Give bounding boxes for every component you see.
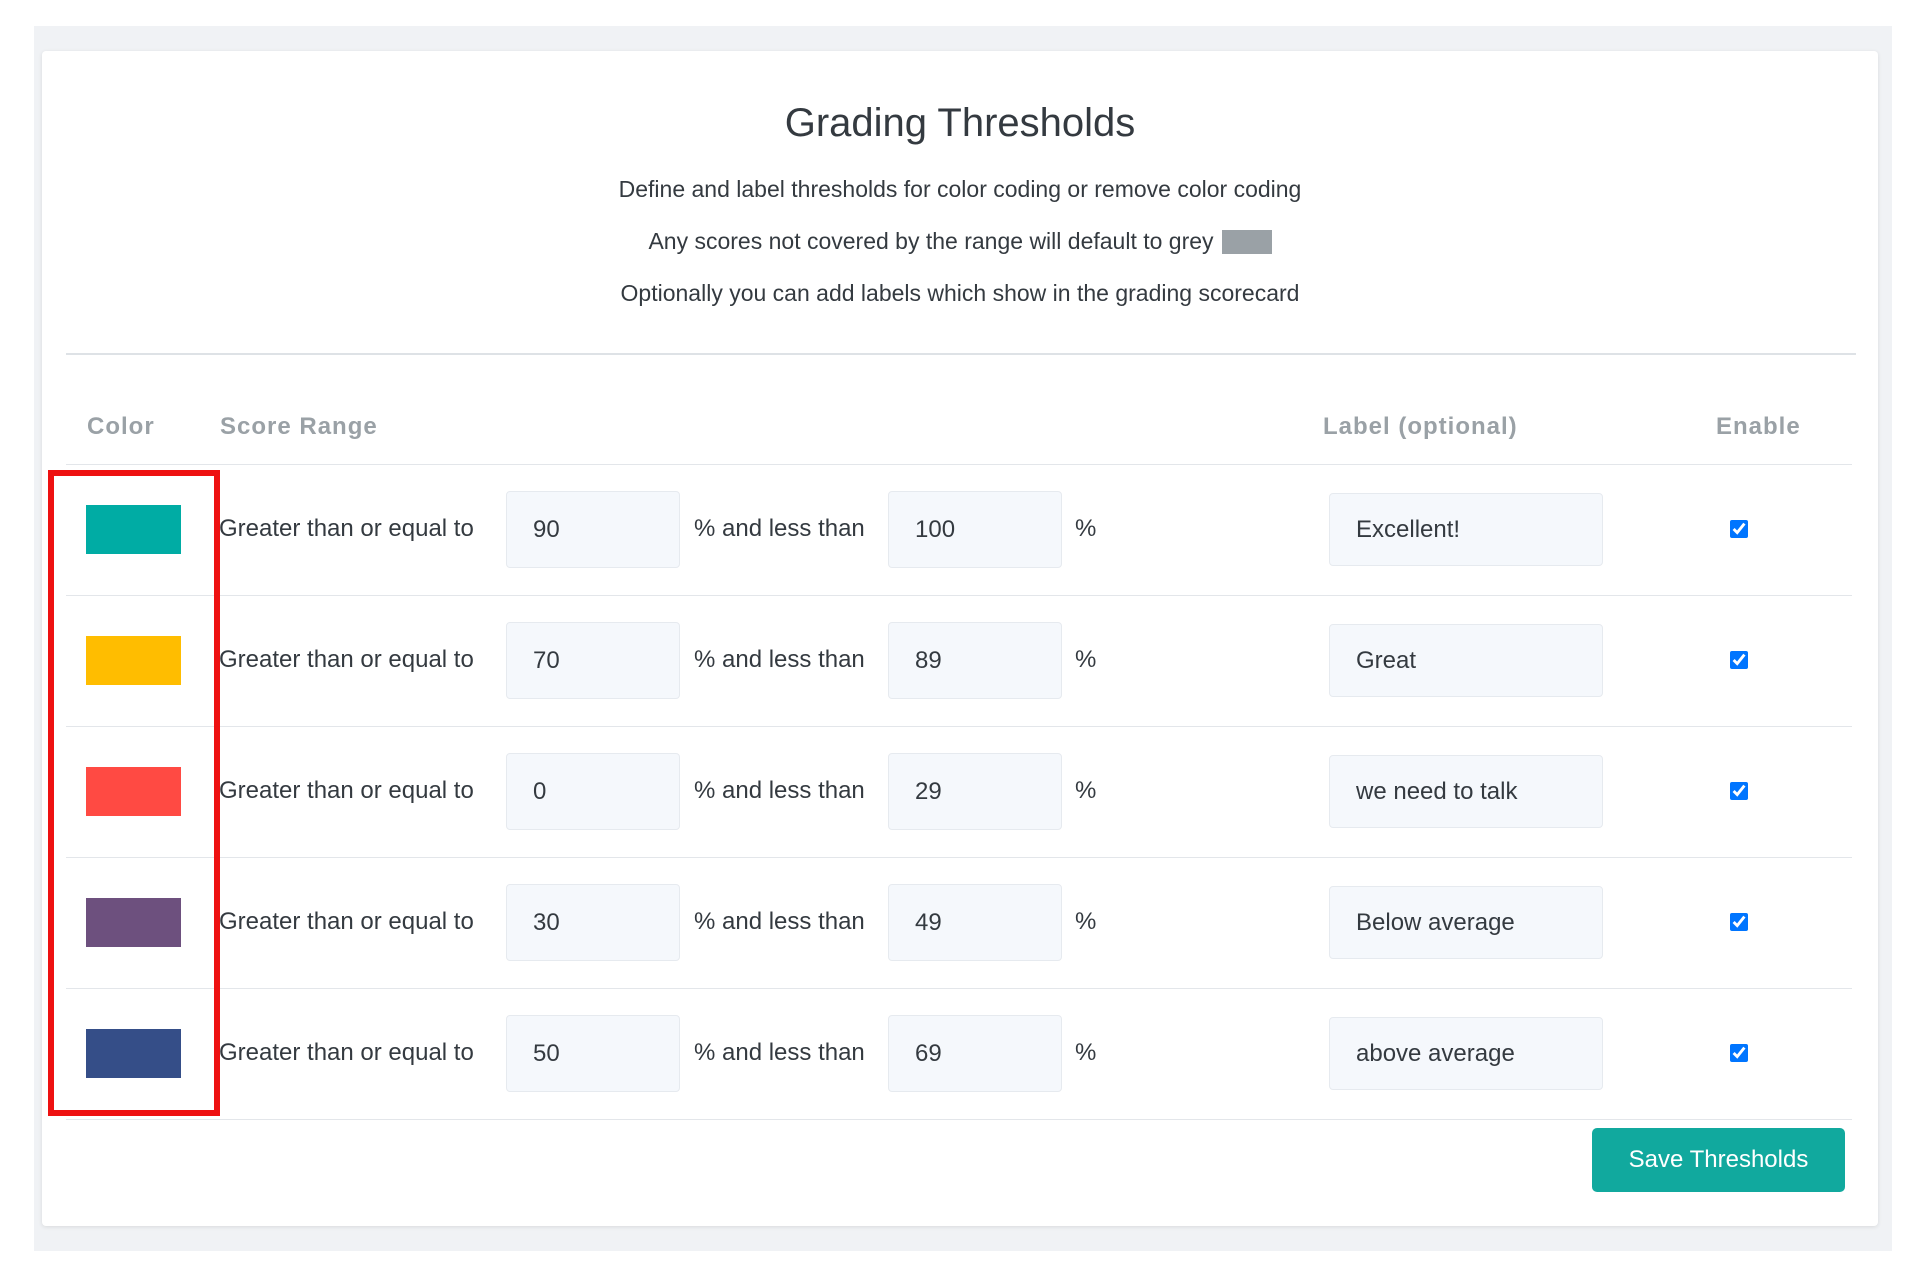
description-line-2-text: Any scores not covered by the range will… — [648, 228, 1214, 254]
thresholds-card: Grading Thresholds Define and label thre… — [42, 51, 1878, 1226]
percent-sign: % — [1075, 777, 1097, 804]
description-line-1: Define and label thresholds for color co… — [618, 176, 1302, 202]
description-line-3: Optionally you can add labels which show… — [620, 280, 1300, 306]
column-header-color: Color — [87, 413, 155, 440]
percent-sign: % — [1075, 908, 1097, 935]
enable-checkbox[interactable] — [1730, 1044, 1748, 1062]
less-than-text: % and less than — [694, 515, 865, 542]
enable-checkbox[interactable] — [1730, 913, 1748, 931]
gte-text: Greater than or equal to — [219, 1039, 474, 1066]
threshold-row: Greater than or equal to % and less than… — [66, 988, 1852, 1120]
color-swatch[interactable] — [86, 767, 181, 816]
max-score-input[interactable] — [888, 884, 1062, 961]
less-than-text: % and less than — [694, 646, 865, 673]
label-input[interactable] — [1329, 1017, 1603, 1090]
percent-sign: % — [1075, 1039, 1097, 1066]
percent-sign: % — [1075, 515, 1097, 542]
percent-sign: % — [1075, 646, 1097, 673]
max-score-input[interactable] — [888, 1015, 1062, 1092]
header-divider — [66, 353, 1856, 355]
gte-text: Greater than or equal to — [219, 777, 474, 804]
column-header-score-range: Score Range — [220, 413, 378, 440]
threshold-row: Greater than or equal to % and less than… — [66, 464, 1852, 595]
max-score-input[interactable] — [888, 753, 1062, 830]
min-score-input[interactable] — [506, 1015, 680, 1092]
enable-checkbox[interactable] — [1730, 651, 1748, 669]
gte-text: Greater than or equal to — [219, 908, 474, 935]
label-input[interactable] — [1329, 886, 1603, 959]
color-swatch[interactable] — [86, 636, 181, 685]
threshold-row: Greater than or equal to % and less than… — [66, 726, 1852, 857]
label-input[interactable] — [1329, 755, 1603, 828]
min-score-input[interactable] — [506, 622, 680, 699]
description-line-2: Any scores not covered by the range will… — [42, 228, 1878, 255]
label-input[interactable] — [1329, 624, 1603, 697]
color-swatch[interactable] — [86, 505, 181, 554]
save-thresholds-button[interactable]: Save Thresholds — [1592, 1128, 1845, 1192]
enable-checkbox[interactable] — [1730, 782, 1748, 800]
enable-checkbox[interactable] — [1730, 520, 1748, 538]
less-than-text: % and less than — [694, 777, 865, 804]
less-than-text: % and less than — [694, 1039, 865, 1066]
less-than-text: % and less than — [694, 908, 865, 935]
min-score-input[interactable] — [506, 491, 680, 568]
threshold-row: Greater than or equal to % and less than… — [66, 595, 1852, 726]
color-swatch[interactable] — [86, 1029, 181, 1078]
threshold-rows: Greater than or equal to % and less than… — [66, 464, 1852, 1120]
max-score-input[interactable] — [888, 622, 1062, 699]
min-score-input[interactable] — [506, 753, 680, 830]
threshold-row: Greater than or equal to % and less than… — [66, 857, 1852, 988]
gte-text: Greater than or equal to — [219, 515, 474, 542]
page-title: Grading Thresholds — [784, 101, 1136, 145]
min-score-input[interactable] — [506, 884, 680, 961]
gte-text: Greater than or equal to — [219, 646, 474, 673]
max-score-input[interactable] — [888, 491, 1062, 568]
column-header-enable: Enable — [1716, 413, 1801, 440]
label-input[interactable] — [1329, 493, 1603, 566]
color-swatch[interactable] — [86, 898, 181, 947]
column-header-label: Label (optional) — [1323, 413, 1518, 440]
default-grey-swatch — [1221, 230, 1272, 254]
